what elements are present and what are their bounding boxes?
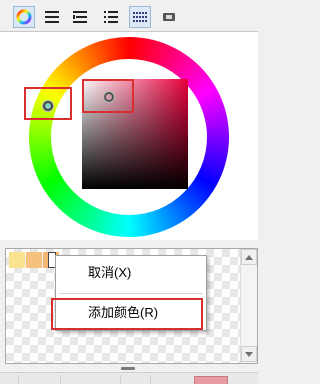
- grip-handle-icon[interactable]: [121, 367, 135, 370]
- swatch-scrollbar[interactable]: [240, 249, 257, 363]
- color-wheel-tab[interactable]: [13, 6, 35, 28]
- bottom-divider: [18, 375, 19, 384]
- color-swatch[interactable]: [26, 252, 42, 268]
- color-wheel-icon: [16, 9, 32, 25]
- bottom-divider: [150, 375, 151, 384]
- grid-palette-icon: [133, 12, 147, 22]
- bottom-divider: [120, 375, 121, 384]
- intermediate-color-tab[interactable]: [158, 6, 180, 28]
- menu-item-cancel[interactable]: 取消(X): [56, 258, 206, 288]
- color-set-grid-tab[interactable]: [129, 6, 151, 28]
- bottom-divider: [60, 375, 61, 384]
- panel-splitter[interactable]: [0, 240, 258, 248]
- rgb-sliders-tab[interactable]: [41, 6, 63, 28]
- sliders-icon: [73, 11, 87, 23]
- current-color-swatch[interactable]: [194, 376, 228, 384]
- highlight-box-sv-marker: [82, 79, 134, 113]
- chevron-down-icon: [245, 351, 253, 357]
- color-swatch[interactable]: [9, 252, 25, 268]
- toolbar: [0, 0, 258, 32]
- color-set-list-tab[interactable]: [100, 6, 122, 28]
- bottom-bar: [0, 372, 258, 384]
- gradient-icon: [163, 13, 175, 21]
- chevron-up-icon: [245, 254, 253, 260]
- scroll-down-arrow[interactable]: [241, 346, 257, 362]
- horizontal-bars-icon: [45, 11, 59, 23]
- hsv-sliders-tab[interactable]: [69, 6, 91, 28]
- menu-separator: [59, 293, 203, 294]
- list-icon: [104, 11, 118, 23]
- highlight-box-hue-marker: [24, 87, 72, 120]
- highlight-box-add-color: [51, 298, 203, 330]
- scroll-up-arrow[interactable]: [241, 249, 257, 265]
